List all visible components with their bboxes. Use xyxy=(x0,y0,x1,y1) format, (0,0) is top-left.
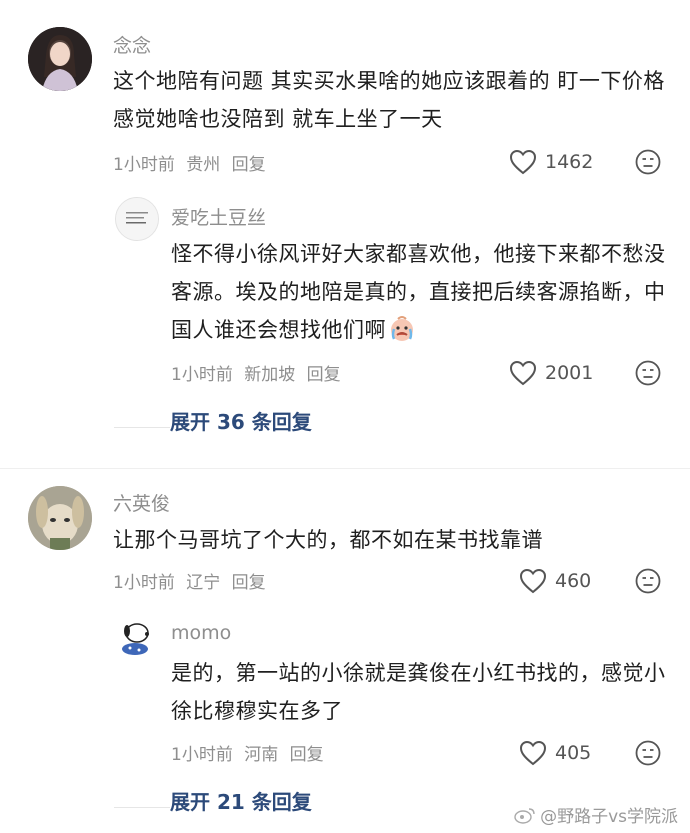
user-avatar[interactable] xyxy=(115,197,159,241)
like-count: 405 xyxy=(555,742,592,764)
like-count: 460 xyxy=(555,570,592,592)
like-button[interactable]: 2001 xyxy=(509,360,593,386)
expand-replies-label[interactable]: 展开 36 条回复 xyxy=(170,406,312,435)
reply-link[interactable]: 回复 xyxy=(307,365,341,385)
heart-icon xyxy=(509,149,537,175)
user-avatar[interactable] xyxy=(115,617,157,659)
like-button[interactable]: 1462 xyxy=(509,149,593,175)
heart-icon xyxy=(519,568,547,594)
divider-line xyxy=(114,806,170,808)
comment-location: 辽宁 xyxy=(186,573,221,593)
comment-meta: 1小时前 辽宁 回复 xyxy=(113,568,272,593)
dislike-icon[interactable] xyxy=(635,568,661,594)
comment-meta: 1小时前 贵州 回复 xyxy=(113,150,272,175)
comment-meta: 1小时前 河南 回复 xyxy=(171,740,330,765)
comment-time: 1小时前 xyxy=(113,155,175,175)
expand-replies-button[interactable]: 展开 36 条回复 xyxy=(114,406,312,434)
divider-line xyxy=(114,426,170,428)
watermark: @野路子vs学院派 xyxy=(514,802,678,827)
comment-text: 这个地陪有问题 其实买水果啥的她应该跟着的 盯一下价格 感觉她啥也没陪到 就车上… xyxy=(113,69,665,131)
watermark-text: @野路子vs学院派 xyxy=(540,807,678,827)
heart-icon xyxy=(519,740,547,766)
expand-replies-button[interactable]: 展开 21 条回复 xyxy=(114,786,312,814)
comment-text: 是的，第一站的小徐就是龚俊在小红书找的，感觉小徐比穆穆实在多了 xyxy=(171,661,666,723)
section-divider xyxy=(0,468,690,469)
reply-link[interactable]: 回复 xyxy=(290,745,324,765)
like-count: 1462 xyxy=(545,151,594,173)
user-avatar[interactable] xyxy=(28,27,92,91)
user-name[interactable]: 念念 xyxy=(113,31,151,58)
reply-link[interactable]: 回复 xyxy=(232,573,266,593)
comment-location: 贵州 xyxy=(186,155,221,175)
user-avatar[interactable] xyxy=(28,486,92,550)
crying-baby-emoji-icon xyxy=(388,315,416,355)
user-name[interactable]: momo xyxy=(171,622,231,644)
comment-text-body: 怪不得小徐风评好大家都喜欢他，他接下来都不愁没客源。埃及的地陪是真的，直接把后续… xyxy=(171,242,666,342)
comment-time: 1小时前 xyxy=(171,365,233,385)
like-count: 2001 xyxy=(545,362,594,384)
dislike-icon[interactable] xyxy=(635,740,661,766)
comment-location: 河南 xyxy=(244,745,279,765)
user-name[interactable]: 六英俊 xyxy=(113,489,170,516)
expand-replies-label[interactable]: 展开 21 条回复 xyxy=(170,786,312,815)
comment-location: 新加坡 xyxy=(244,365,296,385)
dislike-icon[interactable] xyxy=(635,360,661,386)
comment-time: 1小时前 xyxy=(171,745,233,765)
comment-text: 让那个马哥坑了个大的，都不如在某书找靠谱 xyxy=(113,528,543,552)
reply-link[interactable]: 回复 xyxy=(232,155,266,175)
comment-time: 1小时前 xyxy=(113,573,175,593)
heart-icon xyxy=(509,360,537,386)
like-button[interactable]: 405 xyxy=(519,740,591,766)
comment-meta: 1小时前 新加坡 回复 xyxy=(171,360,347,385)
dislike-icon[interactable] xyxy=(635,149,661,175)
user-name[interactable]: 爱吃土豆丝 xyxy=(171,203,266,230)
weibo-logo-icon xyxy=(514,807,535,824)
comment-text: 怪不得小徐风评好大家都喜欢他，他接下来都不愁没客源。埃及的地陪是真的，直接把后续… xyxy=(171,235,669,355)
like-button[interactable]: 460 xyxy=(519,568,591,594)
